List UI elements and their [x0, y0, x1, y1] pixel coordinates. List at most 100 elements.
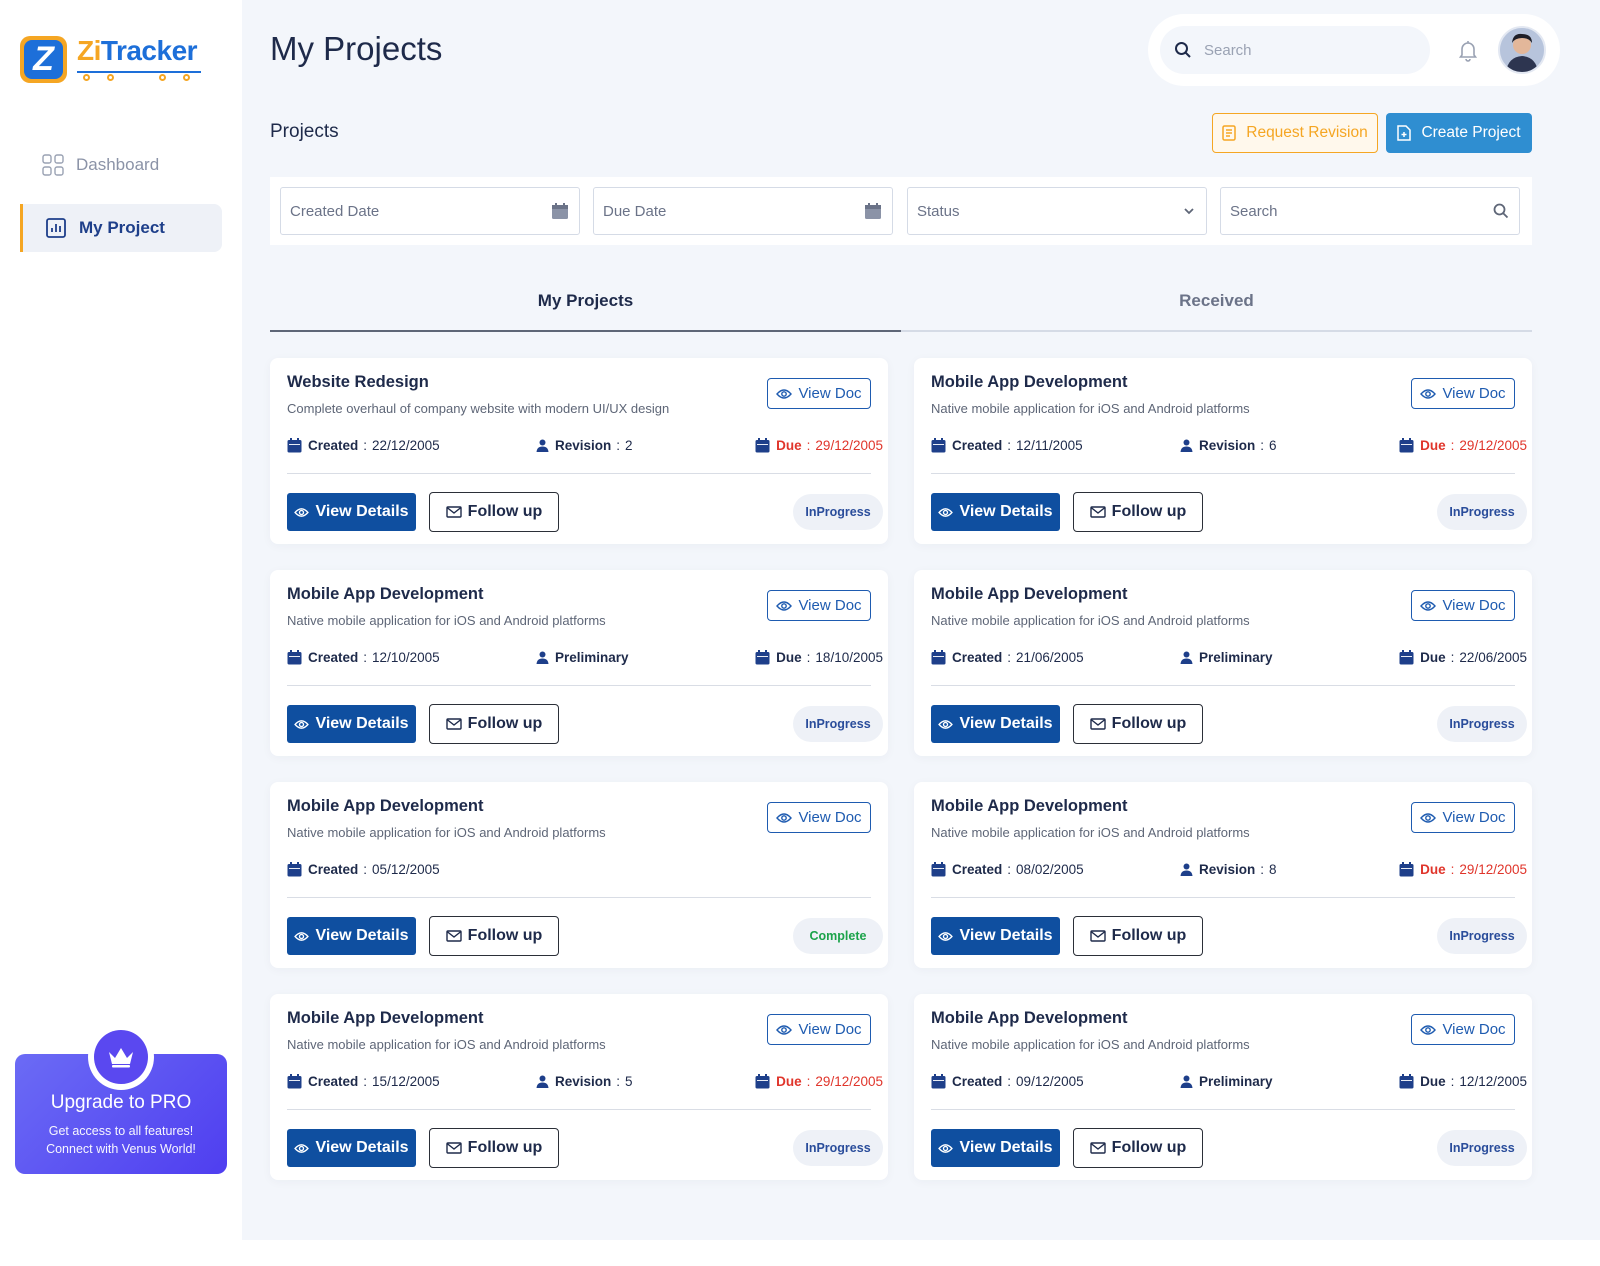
follow-up-button[interactable]: Follow up — [429, 916, 559, 956]
view-doc-button[interactable]: View Doc — [1411, 1014, 1515, 1045]
sidebar-item-dashboard[interactable]: Dashboard — [20, 141, 222, 189]
follow-up-button[interactable]: Follow up — [1073, 1128, 1203, 1168]
upgrade-line-2: Connect with Venus World! — [46, 1142, 196, 1156]
user-icon — [1180, 863, 1193, 876]
mail-icon — [1089, 1142, 1106, 1154]
calendar-icon — [552, 203, 568, 219]
project-title: Mobile App Development — [287, 585, 484, 603]
bell-icon[interactable] — [1456, 38, 1480, 62]
follow-up-button[interactable]: Follow up — [1073, 492, 1203, 532]
eye-icon — [938, 719, 954, 729]
due-date: Due:29/12/2005 — [1399, 438, 1527, 453]
project-title: Mobile App Development — [287, 1009, 484, 1027]
filter-bar: Created Date Due Date Status Search — [270, 177, 1532, 245]
status-badge: InProgress — [1437, 1130, 1527, 1166]
chevron-down-icon — [1184, 208, 1194, 215]
request-revision-button[interactable]: Request Revision — [1212, 113, 1378, 153]
eye-icon — [1420, 812, 1437, 823]
status-badge: InProgress — [793, 706, 883, 742]
sidebar-item-label: My Project — [79, 218, 165, 237]
top-search[interactable] — [1160, 26, 1430, 74]
view-doc-button[interactable]: View Doc — [1411, 590, 1515, 621]
mail-icon — [445, 930, 462, 942]
mail-icon — [445, 506, 462, 518]
revision-info: Preliminary: — [536, 650, 629, 665]
eye-icon — [776, 388, 793, 399]
upgrade-title: Upgrade to PRO — [50, 1092, 192, 1113]
view-details-button[interactable]: View Details — [287, 1129, 416, 1167]
created-date-filter[interactable]: Created Date — [280, 187, 580, 235]
view-details-button[interactable]: View Details — [931, 1129, 1060, 1167]
calendar-icon — [931, 650, 946, 665]
create-project-button[interactable]: Create Project — [1386, 113, 1532, 153]
eye-icon — [294, 507, 310, 517]
view-doc-button[interactable]: View Doc — [1411, 378, 1515, 409]
tabs: My Projects Received — [270, 280, 1532, 332]
due-date: Due:29/12/2005 — [755, 1074, 883, 1089]
project-description: Native mobile application for iOS and An… — [931, 401, 1250, 416]
filter-search[interactable]: Search — [1220, 187, 1520, 235]
mail-icon — [1089, 930, 1106, 942]
follow-up-button[interactable]: Follow up — [1073, 704, 1203, 744]
view-doc-button[interactable]: View Doc — [1411, 802, 1515, 833]
search-icon — [1493, 203, 1509, 219]
sidebar-item-my-project[interactable]: My Project — [20, 204, 222, 252]
eye-icon — [776, 1024, 793, 1035]
avatar[interactable] — [1498, 26, 1546, 74]
user-icon — [536, 1075, 549, 1088]
view-doc-button[interactable]: View Doc — [767, 1014, 871, 1045]
calendar-icon — [931, 1074, 946, 1089]
project-description: Native mobile application for iOS and An… — [287, 825, 606, 840]
view-details-button[interactable]: View Details — [931, 917, 1060, 955]
tab-received[interactable]: Received — [901, 280, 1532, 330]
view-doc-button[interactable]: View Doc — [767, 802, 871, 833]
revision-info: Preliminary: — [1180, 1074, 1273, 1089]
view-details-button[interactable]: View Details — [931, 705, 1060, 743]
section-title: Projects — [270, 121, 339, 142]
user-icon — [536, 651, 549, 664]
calendar-icon — [287, 862, 302, 877]
chart-icon — [46, 218, 66, 238]
view-details-button[interactable]: View Details — [931, 493, 1060, 531]
main-content: My Projects Projects Request Revision Cr… — [242, 0, 1600, 1240]
card-divider — [287, 1109, 871, 1110]
upgrade-pro-card[interactable]: Upgrade to PRO Get access to all feature… — [15, 1024, 227, 1174]
app-logo[interactable]: Z ZiTracker — [20, 36, 201, 83]
calendar-icon — [1399, 650, 1414, 665]
view-details-button[interactable]: View Details — [287, 917, 416, 955]
project-card: Mobile App Development Native mobile app… — [270, 570, 888, 756]
crown-icon — [94, 1030, 148, 1084]
view-doc-button[interactable]: View Doc — [767, 378, 871, 409]
follow-up-button[interactable]: Follow up — [429, 704, 559, 744]
due-date-filter[interactable]: Due Date — [593, 187, 893, 235]
page-title: My Projects — [270, 30, 443, 67]
mail-icon — [445, 718, 462, 730]
project-description: Native mobile application for iOS and An… — [931, 825, 1250, 840]
created-date: Created:08/02/2005 — [931, 862, 1084, 877]
user-icon — [1180, 439, 1193, 452]
top-search-input[interactable] — [1204, 41, 1404, 59]
status-select[interactable]: Status — [907, 187, 1207, 235]
calendar-icon — [287, 438, 302, 453]
view-details-button[interactable]: View Details — [287, 493, 416, 531]
status-badge: InProgress — [1437, 494, 1527, 530]
project-card: Mobile App Development Native mobile app… — [914, 570, 1532, 756]
calendar-icon — [755, 438, 770, 453]
due-date: Due:29/12/2005 — [755, 438, 883, 453]
tab-my-projects[interactable]: My Projects — [270, 280, 901, 332]
follow-up-button[interactable]: Follow up — [1073, 916, 1203, 956]
calendar-icon — [931, 862, 946, 877]
created-date: Created:09/12/2005 — [931, 1074, 1084, 1089]
grid-icon — [42, 154, 64, 176]
calendar-icon — [1399, 438, 1414, 453]
document-icon — [1222, 125, 1236, 141]
status-badge: InProgress — [793, 494, 883, 530]
project-title: Mobile App Development — [287, 797, 484, 815]
follow-up-button[interactable]: Follow up — [429, 492, 559, 532]
project-title: Website Redesign — [287, 373, 429, 391]
follow-up-button[interactable]: Follow up — [429, 1128, 559, 1168]
status-badge: InProgress — [1437, 706, 1527, 742]
view-doc-button[interactable]: View Doc — [767, 590, 871, 621]
sidebar: Z ZiTracker Dashboard My Project Upgrade… — [0, 0, 242, 1240]
view-details-button[interactable]: View Details — [287, 705, 416, 743]
